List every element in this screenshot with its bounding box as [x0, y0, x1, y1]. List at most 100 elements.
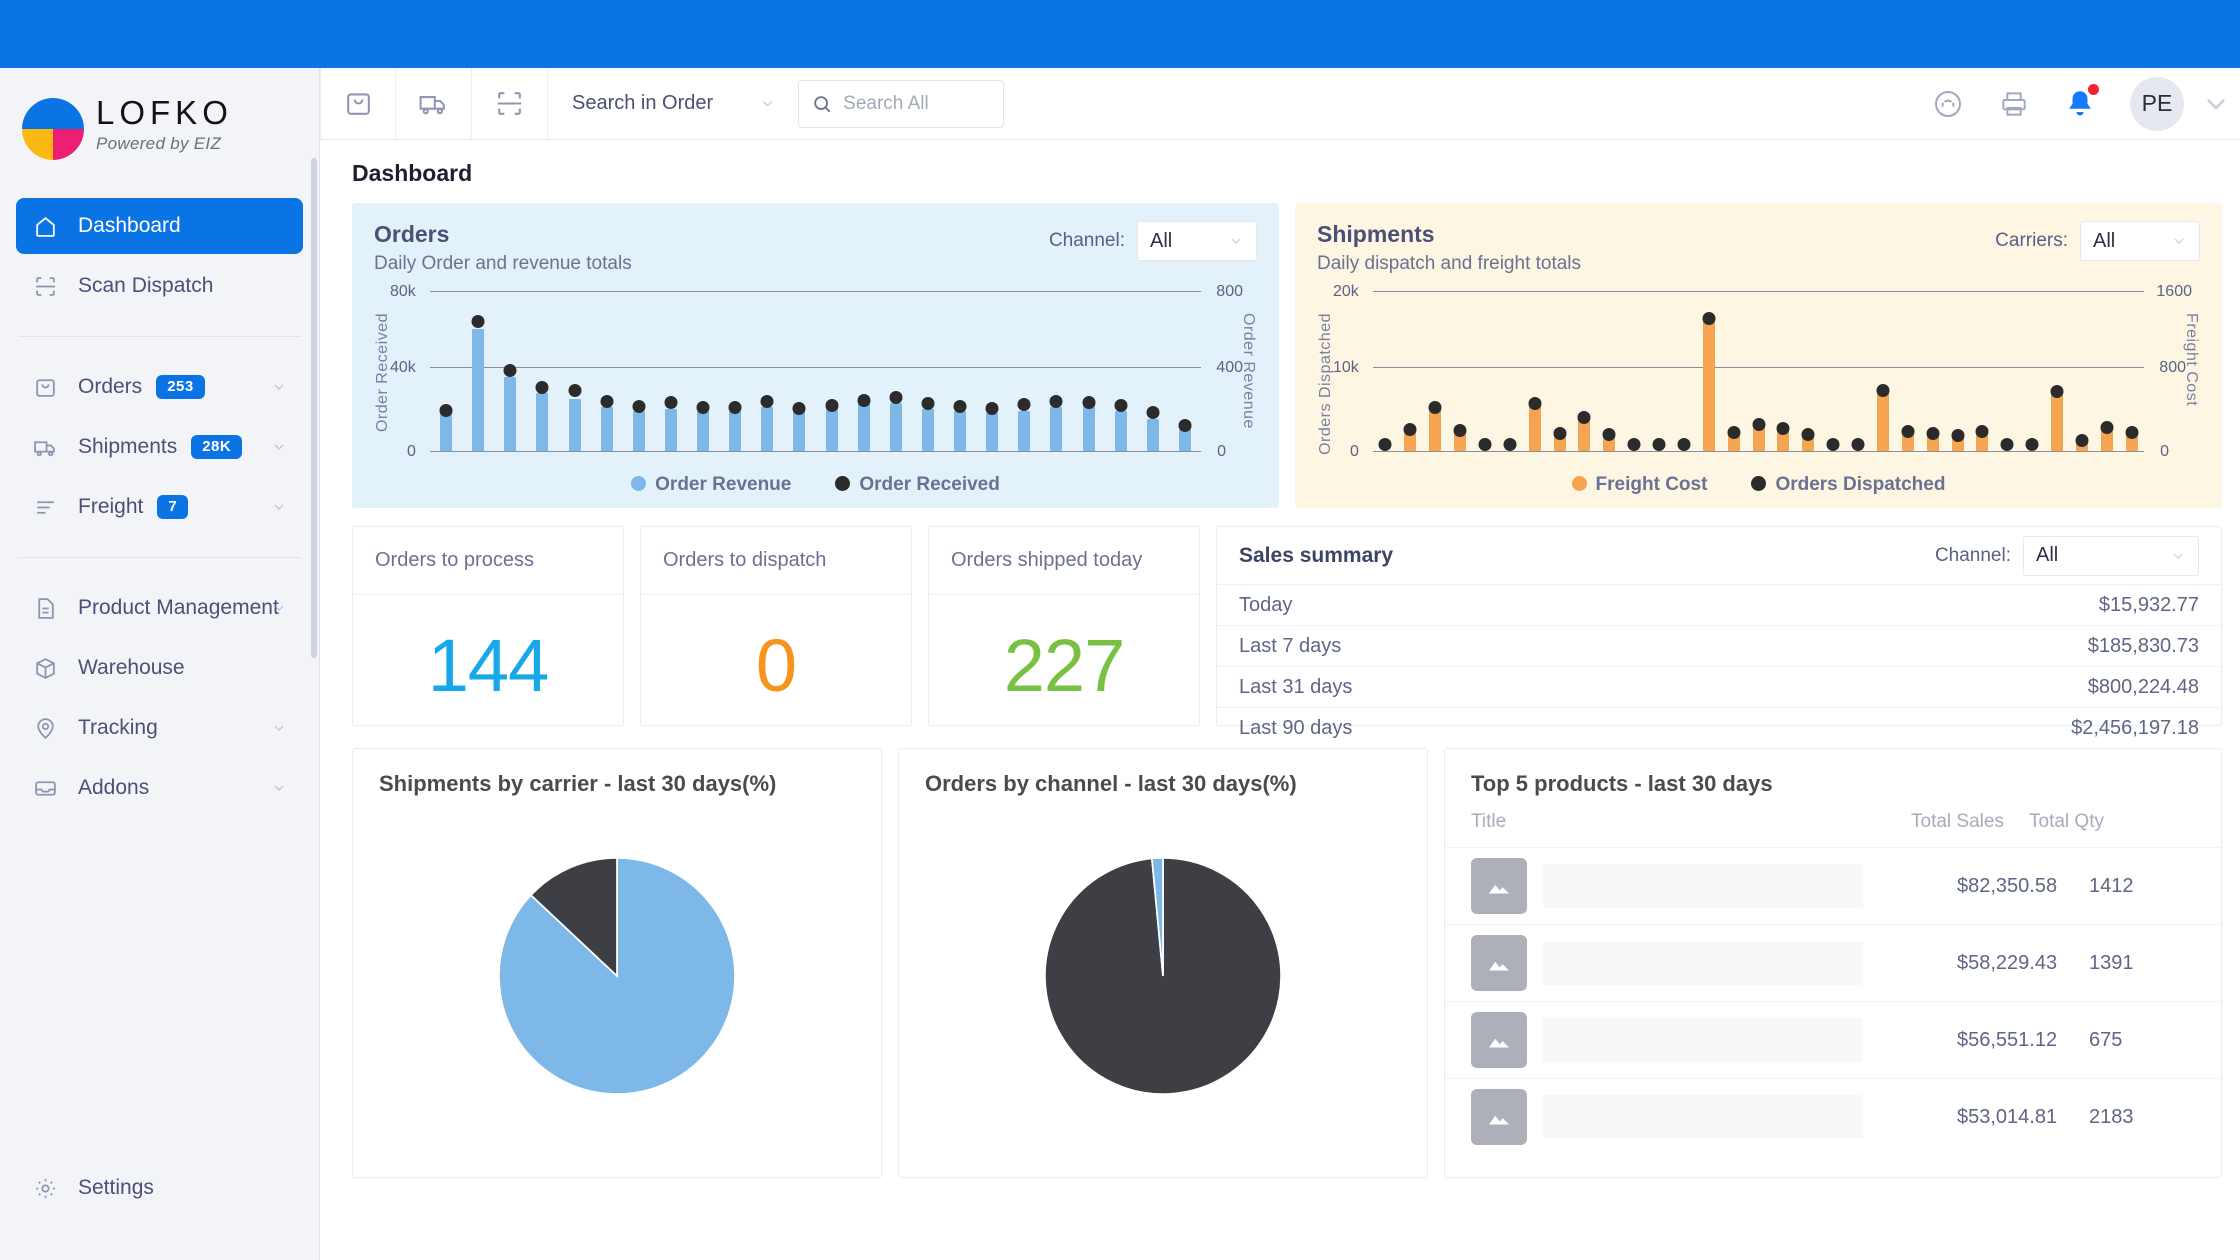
product-title-placeholder: [1543, 1018, 1863, 1062]
main-content: Dashboard Orders Daily Order and revenue…: [320, 140, 2240, 1260]
chevron-down-icon[interactable]: [271, 600, 287, 616]
shipments-y-axis-label: Orders Dispatched: [1317, 313, 1334, 455]
chart-bar-group: [1871, 291, 1896, 451]
chart-point: [2025, 438, 2039, 451]
product-total-sales: $53,014.81: [1957, 1105, 2058, 1128]
print-button[interactable]: [1998, 88, 2030, 120]
chevron-down-icon[interactable]: [2200, 88, 2232, 120]
chart-bar-group: [1846, 291, 1871, 451]
orders-channel-select[interactable]: All: [1137, 221, 1257, 261]
chart-point: [1082, 396, 1096, 409]
search-input[interactable]: [843, 92, 992, 115]
shipments-carriers-filter: Carriers: All: [1995, 221, 2200, 261]
sidebar-item-dashboard[interactable]: Dashboard: [16, 198, 303, 254]
orders-chart-panel: Orders Daily Order and revenue totals Ch…: [352, 203, 1279, 508]
chart-bar: [1178, 429, 1191, 451]
sidebar-item-label: Dashboard: [78, 214, 181, 237]
table-row[interactable]: $82,350.58 1412: [1445, 847, 2221, 924]
sidebar-item-settings[interactable]: Settings: [16, 1160, 304, 1216]
chart-bar-group: [719, 291, 751, 451]
truck-icon: [30, 432, 60, 462]
inbox-icon: [30, 773, 60, 803]
chart-point: [1453, 424, 1467, 437]
chart-point: [985, 402, 999, 416]
sidebar-item-label: Addons: [78, 776, 150, 799]
app-logo[interactable]: LOFKO Powered by EIZ: [0, 68, 319, 160]
shipments-carriers-select[interactable]: All: [2080, 221, 2200, 261]
chart-bar-group: [591, 291, 623, 451]
chart-point: [696, 401, 710, 414]
table-row[interactable]: $58,229.43 1391: [1445, 924, 2221, 1001]
chart-bar-group: [2070, 291, 2095, 451]
chart-bar: [793, 411, 806, 451]
sidebar-divider: [18, 557, 301, 558]
chart-bar: [600, 407, 613, 451]
header-scan-button[interactable]: [472, 67, 548, 140]
header-shipments-button[interactable]: [396, 67, 472, 140]
sidebar-item-orders[interactable]: Orders 253: [16, 359, 303, 415]
chevron-down-icon[interactable]: [271, 379, 287, 395]
product-total-qty: 675: [2089, 1028, 2123, 1051]
chart-point: [1926, 426, 1940, 440]
chart-point: [664, 396, 678, 409]
sales-row-label: Last 7 days: [1239, 634, 1342, 657]
sidebar-item-addons[interactable]: Addons: [16, 760, 303, 816]
chart-bar-group: [1522, 291, 1547, 451]
sidebar-item-freight[interactable]: Freight 7: [16, 479, 303, 535]
chart-bar-group: [1796, 291, 1821, 451]
chevron-down-icon[interactable]: [271, 780, 287, 796]
support-button[interactable]: [1932, 88, 1964, 120]
search-scope-selector[interactable]: Search in Order: [548, 68, 798, 140]
search-box[interactable]: [798, 79, 1005, 128]
chart-point: [1403, 422, 1417, 436]
legend-swatch-black: [1751, 476, 1767, 491]
sidebar-item-warehouse[interactable]: Warehouse: [16, 640, 303, 696]
chart-bar: [825, 407, 838, 451]
chevron-down-icon[interactable]: [271, 499, 287, 515]
chart-bar: [472, 329, 485, 451]
chevron-down-icon: [1231, 238, 1241, 244]
top-products-card: Top 5 products - last 30 days Title Tota…: [1444, 748, 2222, 1178]
chart-point: [2050, 385, 2064, 398]
sidebar-item-shipments[interactable]: Shipments 28K: [16, 419, 303, 475]
chevron-down-icon[interactable]: [271, 720, 287, 736]
orders-channel-value: All: [1150, 229, 1173, 252]
chart-bar: [889, 403, 902, 451]
chart-bar: [761, 407, 774, 451]
legend-item-orders-dispatched: Orders Dispatched: [1751, 474, 1945, 496]
sidebar-scrollbar[interactable]: [311, 158, 317, 658]
notifications-button[interactable]: [2064, 83, 2099, 120]
sidebar-item-tracking[interactable]: Tracking: [16, 700, 303, 756]
chart-bar-group: [1497, 291, 1522, 451]
legend-label: Order Received: [859, 474, 1000, 495]
chart-point: [1652, 438, 1666, 451]
sales-row-label: Today: [1239, 593, 1293, 616]
table-row[interactable]: $53,014.81 2183: [1445, 1078, 2221, 1155]
chart-bar: [664, 409, 677, 451]
box-icon: [30, 653, 60, 683]
chart-bar-group: [1970, 291, 1995, 451]
channel-pie-chart: [1044, 857, 1282, 1095]
header-orders-button[interactable]: [320, 67, 396, 140]
charts-row: Orders Daily Order and revenue totals Ch…: [320, 203, 2240, 508]
chart-point: [760, 395, 774, 409]
chart-bar-group: [526, 291, 558, 451]
sales-row-label: Last 90 days: [1239, 717, 1353, 739]
chart-bar: [536, 393, 549, 451]
search-icon: [814, 95, 831, 112]
orders-y2tick-zero: 0: [1217, 443, 1226, 460]
shipments-carriers-value: All: [2093, 229, 2116, 252]
sales-channel-select[interactable]: All: [2023, 535, 2199, 576]
shipments-ytick-mid: 10k: [1333, 359, 1359, 376]
legend-label: Freight Cost: [1595, 474, 1708, 495]
table-row[interactable]: $56,551.12 675: [1445, 1001, 2221, 1078]
orders-legend: Order Revenue Order Received: [374, 474, 1257, 496]
brand-tagline: Powered by EIZ: [96, 133, 222, 153]
chart-point: [1428, 401, 1442, 414]
avatar[interactable]: PE: [2130, 76, 2184, 131]
sales-row-value: $2,456,197.18: [2071, 717, 2199, 739]
chevron-down-icon[interactable]: [271, 439, 287, 455]
sidebar-item-scan-dispatch[interactable]: Scan Dispatch: [16, 258, 303, 314]
sidebar-item-product-management[interactable]: Product Management: [16, 580, 303, 636]
product-total-sales: $58,229.43: [1957, 951, 2058, 974]
